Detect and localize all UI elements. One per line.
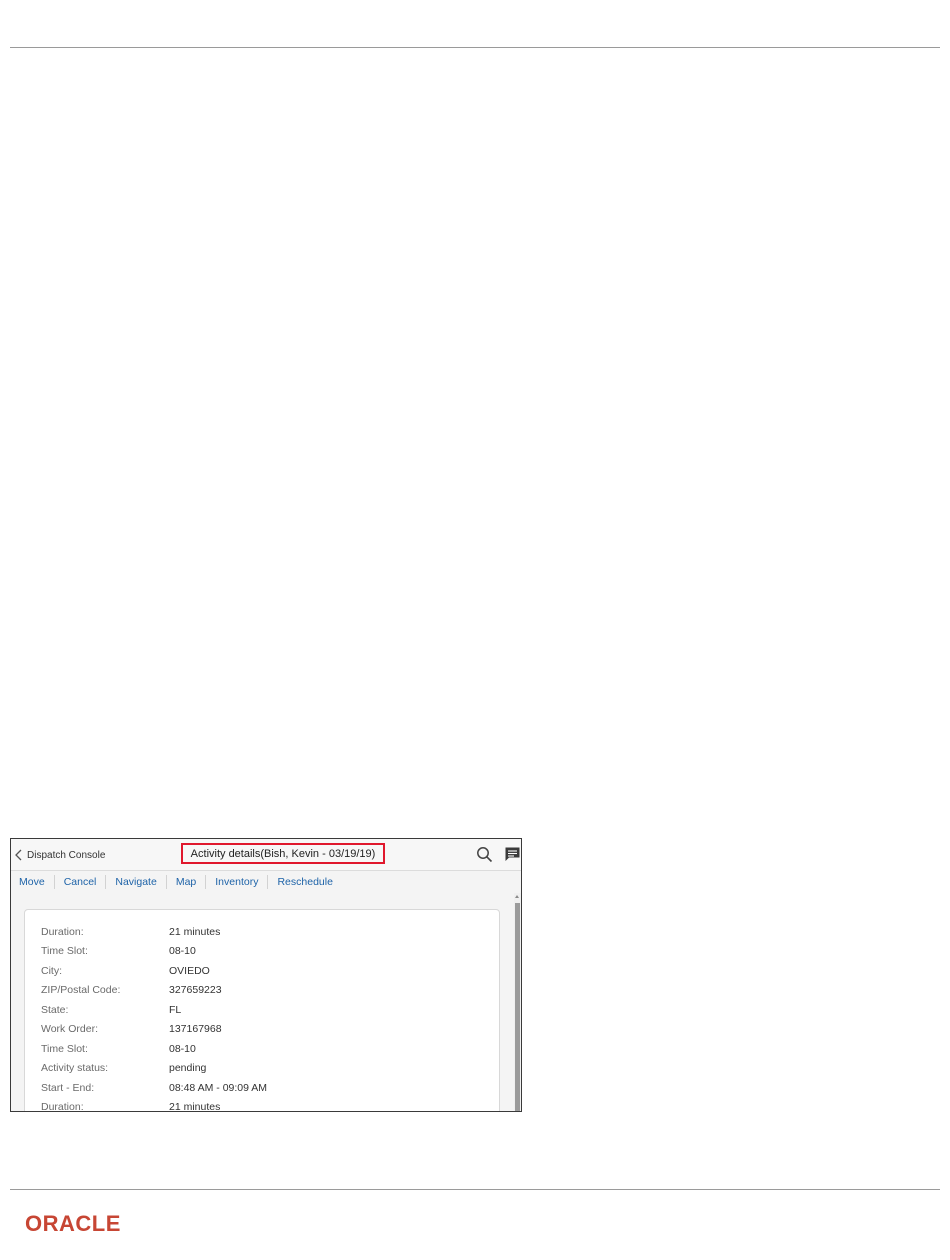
scrollbar-thumb[interactable] [515, 903, 520, 1111]
detail-value: 08-10 [169, 1042, 196, 1055]
detail-label: Duration: [41, 1101, 84, 1112]
action-toolbar: Move Cancel Navigate Map Inventory Resch… [11, 871, 521, 892]
chevron-left-icon [15, 849, 22, 861]
detail-label: Time Slot: [41, 945, 88, 958]
header-rule [10, 47, 940, 48]
detail-label: ZIP/Postal Code: [41, 984, 121, 997]
detail-row: ZIP/Postal Code: 327659223 [41, 981, 267, 1001]
detail-value: 21 minutes [169, 1101, 221, 1112]
oracle-logo: ORACLE [25, 1211, 121, 1236]
details-card: Duration: 21 minutes Time Slot: 08-10 Ci… [24, 909, 500, 1112]
search-icon[interactable] [476, 846, 493, 863]
detail-row: Work Order: 137167968 [41, 1020, 267, 1040]
detail-value: FL [169, 1003, 182, 1016]
detail-row: Time Slot: 08-10 [41, 942, 267, 962]
reschedule-button[interactable]: Reschedule [267, 874, 341, 889]
detail-value: 21 minutes [169, 925, 221, 938]
detail-value: 327659223 [169, 984, 222, 997]
activity-details-screenshot: Dispatch Console Activity details(Bish, … [10, 838, 522, 1112]
detail-row: Time Slot: 08-10 [41, 1039, 267, 1059]
detail-label: Time Slot: [41, 1042, 88, 1055]
back-button-label: Dispatch Console [27, 849, 106, 861]
detail-label: City: [41, 964, 62, 977]
cancel-button[interactable]: Cancel [53, 874, 106, 889]
details-list: Duration: 21 minutes Time Slot: 08-10 Ci… [41, 922, 267, 1112]
detail-value: 08-10 [169, 945, 196, 958]
detail-row: Start - End: 08:48 AM - 09:09 AM [41, 1078, 267, 1098]
detail-label: Work Order: [41, 1023, 98, 1036]
scroll-up-arrow-icon[interactable] [515, 895, 519, 898]
activity-details-title: Activity details(Bish, Kevin - 03/19/19) [190, 847, 376, 860]
detail-row: Activity status: pending [41, 1059, 267, 1079]
navigate-button[interactable]: Navigate [105, 874, 165, 889]
map-button[interactable]: Map [165, 874, 205, 889]
move-button[interactable]: Move [11, 875, 54, 889]
message-icon[interactable] [504, 846, 521, 863]
detail-row: State: FL [41, 1000, 267, 1020]
vertical-scrollbar[interactable] [514, 893, 521, 1111]
detail-value: 08:48 AM - 09:09 AM [169, 1081, 268, 1094]
detail-value: OVIEDO [169, 964, 210, 977]
title-highlight-box: Activity details(Bish, Kevin - 03/19/19) [181, 843, 385, 864]
inventory-button[interactable]: Inventory [205, 874, 267, 889]
detail-value: pending [169, 1062, 207, 1075]
detail-label: Start - End: [41, 1081, 95, 1094]
detail-row: Duration: 21 minutes [41, 1098, 267, 1112]
detail-row: City: OVIEDO [41, 961, 267, 981]
detail-row: Duration: 21 minutes [41, 922, 267, 942]
detail-value: 137167968 [169, 1023, 222, 1036]
details-panel: Duration: 21 minutes Time Slot: 08-10 Ci… [11, 893, 514, 1112]
detail-label: State: [41, 1003, 69, 1016]
detail-label: Duration: [41, 925, 84, 938]
document-page: Dispatch Console Activity details(Bish, … [0, 0, 950, 1260]
footer-rule [10, 1189, 940, 1190]
back-to-dispatch-console-button[interactable]: Dispatch Console [15, 846, 105, 864]
screenshot-header: Dispatch Console Activity details(Bish, … [11, 839, 521, 871]
detail-label: Activity status: [41, 1062, 109, 1075]
